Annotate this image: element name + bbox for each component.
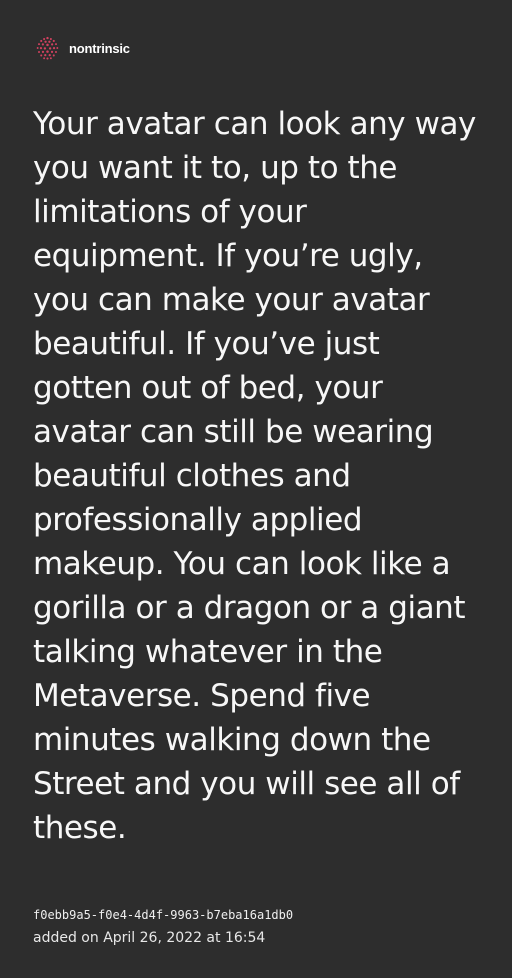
post-quote-text: Your avatar can look any way you want it…	[33, 106, 476, 846]
site-brand-name[interactable]: nontrinsic	[69, 42, 130, 55]
page: nontrinsic Your avatar can look any way …	[0, 0, 512, 978]
post-id: f0ebb9a5-f0e4-4d4f-9963-b7eba16a1db0	[33, 908, 294, 922]
site-header: nontrinsic	[34, 34, 130, 62]
site-logo-icon	[36, 36, 59, 60]
post-added-date: added on April 26, 2022 at 16:54	[33, 930, 266, 946]
post-footer: f0ebb9a5-f0e4-4d4f-9963-b7eba16a1db0 add…	[33, 906, 483, 950]
